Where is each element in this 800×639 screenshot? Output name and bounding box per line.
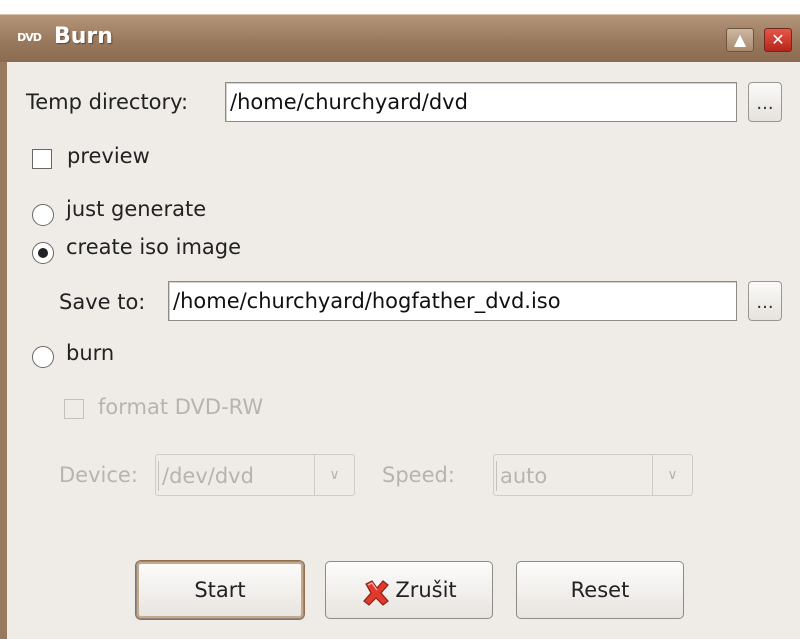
device-label: Device:	[59, 463, 138, 487]
cancel-x-icon	[361, 573, 391, 606]
burn-dialog: DVD Burn ▲ ✕ Temp directory: /home/churc…	[0, 14, 800, 639]
save-to-label: Save to:	[59, 290, 146, 314]
create-iso-image-label[interactable]: create iso image	[66, 235, 241, 259]
speed-combo: auto ∨	[493, 454, 693, 496]
dvd-icon: DVD	[17, 31, 42, 44]
save-to-browse-button[interactable]: ...	[748, 281, 782, 321]
start-button-label: Start	[194, 578, 246, 602]
window-border	[0, 62, 7, 639]
chevron-down-icon: ∨	[652, 455, 692, 495]
format-dvd-rw-label: format DVD-RW	[98, 395, 264, 419]
format-dvd-rw-checkbox	[64, 399, 84, 419]
temp-directory-input[interactable]: /home/churchyard/dvd	[225, 82, 737, 122]
just-generate-radio[interactable]	[32, 204, 54, 226]
burn-label[interactable]: burn	[66, 341, 114, 365]
title-bar[interactable]: DVD Burn ▲ ✕	[0, 14, 800, 62]
device-combo: /dev/dvd ∨	[155, 454, 355, 496]
create-iso-image-radio[interactable]	[32, 242, 54, 264]
save-to-input[interactable]: /home/churchyard/hogfather_dvd.iso	[168, 281, 737, 321]
cancel-button-label: Zrušit	[395, 578, 457, 602]
temp-directory-browse-button[interactable]: ...	[748, 82, 782, 122]
burn-radio[interactable]	[32, 346, 54, 368]
preview-checkbox[interactable]	[32, 149, 52, 169]
temp-directory-label: Temp directory:	[26, 90, 189, 114]
maximize-button[interactable]: ▲	[726, 28, 754, 52]
reset-button-label: Reset	[570, 578, 630, 602]
reset-button[interactable]: Reset	[516, 561, 684, 619]
start-button[interactable]: Start	[136, 561, 304, 619]
device-value: /dev/dvd	[158, 461, 254, 491]
cancel-button[interactable]: Zrušit	[325, 561, 493, 619]
speed-label: Speed:	[382, 463, 455, 487]
window-title: Burn	[54, 24, 113, 49]
just-generate-label[interactable]: just generate	[66, 197, 206, 221]
preview-label[interactable]: preview	[67, 144, 150, 168]
chevron-down-icon: ∨	[314, 455, 354, 495]
close-button[interactable]: ✕	[764, 28, 792, 52]
speed-value: auto	[496, 461, 547, 491]
